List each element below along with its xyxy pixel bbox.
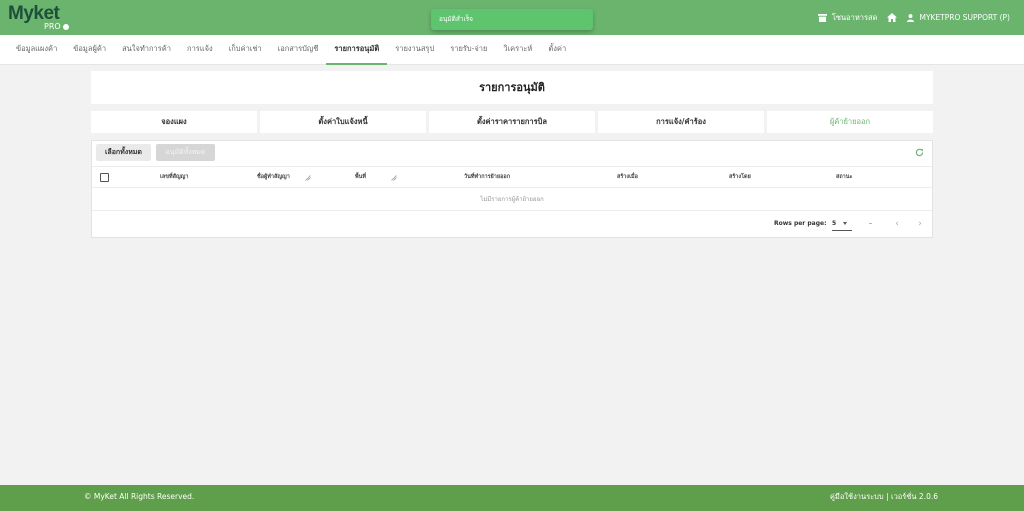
store-link-label: โซนอาหารสด [831, 12, 878, 22]
col-contract-name[interactable]: ชื่อผู้ทำสัญญา [257, 167, 290, 188]
col-moveout-date[interactable]: วันที่ทำการย้ายออก [464, 167, 510, 188]
store-icon [817, 13, 827, 22]
tab-4[interactable]: ผู้ค้าย้ายออก [767, 111, 933, 133]
nav-item-5[interactable]: เอกสารบัญชี [270, 35, 327, 65]
user-icon [907, 13, 915, 22]
app-logo[interactable]: Myket PRO [8, 3, 69, 31]
sort-icon[interactable] [305, 175, 311, 181]
user-name: MYKETPRO SUPPORT (P) [919, 13, 1010, 22]
table-header: เลขที่สัญญา ชื่อผู้ทำสัญญา พื้นที่ วันที… [92, 166, 932, 188]
top-bar: Myket PRO อนุมัติสำเร็จ โซนอาหารสด MYKET… [0, 0, 1024, 35]
col-created-at[interactable]: สร้างเมื่อ [617, 167, 638, 188]
prev-page-button[interactable]: ‹ [892, 213, 902, 235]
rows-per-page-select[interactable]: 5 [832, 217, 852, 231]
col-created-by[interactable]: สร้างโดย [729, 167, 751, 188]
moveout-panel: เลือกทั้งหมด อนุมัติทั้งหมด เลขที่สัญญา … [91, 140, 933, 238]
nav-item-6[interactable]: รายการอนุมัติ [326, 35, 388, 65]
header-actions: โซนอาหารสด MYKETPRO SUPPORT (P) [808, 0, 1010, 35]
nav-items: ข้อมูลแผงค้า ข้อมูลผู้ค้า สนใจทำการค้า การแ… [8, 35, 574, 65]
col-status[interactable]: สถานะ [836, 167, 853, 188]
select-all-checkbox[interactable] [100, 173, 109, 182]
home-button[interactable] [887, 13, 898, 22]
select-all-button[interactable]: เลือกทั้งหมด [96, 144, 151, 161]
sort-icon[interactable] [391, 175, 397, 181]
empty-state: ไม่มีรายการผู้ค้าย้ายออก [92, 188, 932, 211]
col-contract-no[interactable]: เลขที่สัญญา [160, 167, 188, 188]
nav-item-8[interactable]: รายรับ-จ่าย [442, 35, 495, 65]
version-text: เวอร์ชั่น 2.0.6 [891, 492, 938, 501]
approval-tabs: จองแผง ตั้งค่าใบแจ้งหนี้ ตั้งค่าราคารายการ… [91, 111, 933, 133]
footer: © MyKet All Rights Reserved. คู่มือใช้งา… [0, 485, 1024, 511]
nav-item-4[interactable]: เก็บค่าเช่า [221, 35, 270, 65]
col-area[interactable]: พื้นที่ [355, 167, 366, 188]
refresh-icon[interactable] [915, 148, 924, 157]
store-link[interactable]: โซนอาหารสด [817, 12, 878, 24]
page-range: – [869, 220, 872, 227]
nav-item-2[interactable]: สนใจทำการค้า [114, 35, 179, 65]
page-title: รายการอนุมัติ [91, 71, 933, 104]
manual-link[interactable]: คู่มือใช้งานระบบ [830, 492, 884, 501]
copyright: © MyKet All Rights Reserved. [84, 492, 195, 501]
next-page-button[interactable]: › [915, 213, 925, 235]
approve-all-button[interactable]: อนุมัติทั้งหมด [156, 144, 215, 161]
footer-separator: | [886, 492, 889, 501]
logo-text: Myket [8, 3, 60, 24]
nav-item-9[interactable]: วิเคราะห์ [495, 35, 540, 65]
rows-per-page-label: Rows per page: [774, 220, 827, 227]
footer-right: คู่มือใช้งานระบบ | เวอร์ชั่น 2.0.6 [830, 485, 938, 509]
logo-sub: PRO [44, 22, 69, 31]
logo-sub-text: PRO [44, 22, 61, 31]
nav-item-0[interactable]: ข้อมูลแผงค้า [8, 35, 65, 65]
tab-0[interactable]: จองแผง [91, 111, 257, 133]
user-menu[interactable]: MYKETPRO SUPPORT (P) [907, 13, 1010, 22]
success-toast: อนุมัติสำเร็จ [431, 9, 593, 30]
rows-per-page-value: 5 [832, 220, 837, 227]
home-icon [887, 13, 898, 22]
pagination: Rows per page: 5 – ‹ › [92, 213, 932, 235]
nav-item-10[interactable]: ตั้งค่า [540, 35, 574, 65]
chevron-down-icon [843, 222, 847, 225]
nav-item-1[interactable]: ข้อมูลผู้ค้า [65, 35, 114, 65]
tab-1[interactable]: ตั้งค่าใบแจ้งหนี้ [260, 111, 426, 133]
nav-item-3[interactable]: การแจ้ง [179, 35, 221, 65]
tab-3[interactable]: การแจ้ง/คำร้อง [598, 111, 764, 133]
nav-item-7[interactable]: รายงานสรุป [387, 35, 442, 65]
logo-dot-icon [62, 23, 69, 30]
main-nav: ข้อมูลแผงค้า ข้อมูลผู้ค้า สนใจทำการค้า การแ… [0, 35, 1024, 65]
tab-2[interactable]: ตั้งค่าราคารายการบิล [429, 111, 595, 133]
